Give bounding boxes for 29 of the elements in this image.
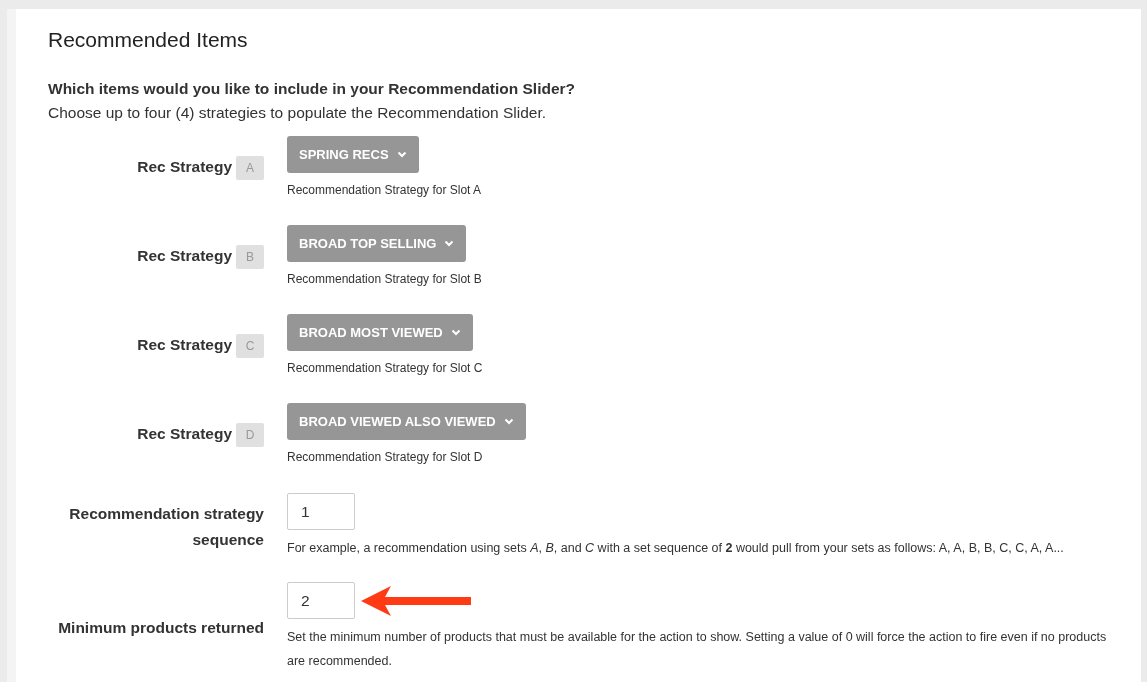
chevron-down-icon <box>503 418 514 425</box>
field-hint: Recommendation Strategy for Slot C <box>287 360 483 376</box>
number-field[interactable]: 1 <box>287 493 355 530</box>
field-label: Rec Strategy <box>137 157 232 177</box>
field-hint: Recommendation Strategy for Slot D <box>287 449 483 465</box>
number-field[interactable]: 2 <box>287 582 355 619</box>
slot-badge: A <box>236 156 264 180</box>
chevron-down-icon <box>450 329 461 336</box>
field-label: Recommendation strategy sequence <box>68 504 264 550</box>
strategy-dropdown[interactable]: BROAD VIEWED ALSO VIEWED <box>287 403 526 440</box>
strategy-dropdown[interactable]: BROAD TOP SELLING <box>287 225 467 262</box>
strategy-dropdown[interactable]: BROAD MOST VIEWED <box>287 314 473 351</box>
chevron-down-icon <box>396 151 407 158</box>
field-label: Rec Strategy <box>137 246 232 266</box>
slot-badge: B <box>236 245 264 269</box>
slot-badge: D <box>236 423 264 447</box>
field-label: Rec Strategy <box>137 335 232 355</box>
field-hint: Set the minimum number of products that must be available for the action to show. Setting a value of 0 will force the action to fire even if no products are recommended. <box>287 629 1108 670</box>
field-hint: For example, a recommendation using sets A, B, and C with a set sequence of 2 would pull from your sets as follows: A, A, B, B, C, C, A, A... <box>287 540 1065 557</box>
instructions-text: Choose up to four (4) strategies to populate the Recommendation Slider. <box>48 103 547 123</box>
chevron-down-icon <box>444 240 455 247</box>
field-label: Minimum products returned <box>58 618 264 638</box>
field-hint: Recommendation Strategy for Slot B <box>287 271 482 287</box>
field-label: Rec Strategy <box>137 424 232 444</box>
strategy-dropdown[interactable]: SPRING RECS <box>287 136 419 173</box>
slot-badge: C <box>236 334 264 358</box>
question-text: Which items would you like to include in your Recommendation Slider? <box>48 79 577 99</box>
field-hint: Recommendation Strategy for Slot A <box>287 182 482 198</box>
section-title: Recommended Items <box>48 27 249 53</box>
